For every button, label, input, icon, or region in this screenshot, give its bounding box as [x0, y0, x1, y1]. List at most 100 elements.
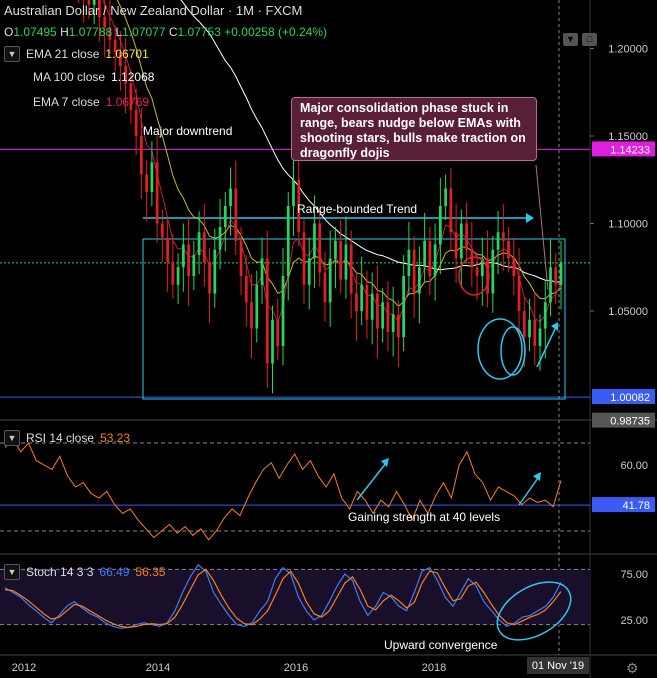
candle-body: [234, 188, 238, 241]
collapse-icon[interactable]: ▼: [563, 33, 578, 46]
candle-body: [407, 249, 411, 276]
candle-body: [244, 276, 248, 303]
candle-body: [334, 241, 337, 259]
candle-body: [313, 223, 316, 259]
x-tick-label: 2016: [284, 662, 308, 674]
candle-body: [470, 249, 474, 268]
candle-body: [428, 241, 432, 276]
candle-body: [533, 319, 537, 346]
candle-body: [501, 232, 505, 241]
ohlc-value: 1.07788: [68, 25, 116, 39]
candle-body: [376, 293, 379, 329]
stoch-d-value: 56.35: [135, 565, 166, 579]
candle-body: [328, 258, 332, 303]
candle-body: [265, 258, 269, 364]
chevron-down-icon[interactable]: ▼: [4, 430, 20, 446]
y-tick-label: 1.05000: [608, 306, 648, 318]
rsi-line: [4, 437, 562, 541]
ema7-label: EMA 7 close: [33, 95, 100, 109]
candle-body: [386, 302, 390, 332]
rsi-value: 53.23: [100, 431, 131, 445]
ma100-label: MA 100 close: [33, 70, 106, 84]
ema7-legend[interactable]: EMA 7 close 1.06769: [33, 95, 149, 109]
chevron-down-icon[interactable]: ▼: [4, 46, 20, 62]
candle-body: [549, 267, 552, 303]
price-tag-label: 1.14233: [610, 144, 650, 156]
candle-body: [522, 311, 526, 338]
candle-body: [223, 206, 227, 227]
candle-body: [192, 255, 196, 276]
ma100-legend[interactable]: MA 100 close 1.12068: [33, 70, 154, 84]
candle-body: [323, 272, 327, 303]
candle-body: [302, 232, 306, 285]
y-tick-label: 1.10000: [608, 219, 648, 231]
candle-body: [454, 232, 458, 259]
candle-body: [229, 188, 232, 206]
ohlc-readout: O1.07495 H1.07788 L1.07077 C1.07753 +0.0…: [4, 25, 327, 39]
x-tick-label: 2018: [422, 662, 446, 674]
ohlc-value: +0.00258 (+0.24%): [224, 25, 327, 39]
rsi-arrow: [356, 462, 387, 501]
candle-body: [496, 232, 500, 250]
ohlc-key: O: [4, 25, 14, 39]
symbol-title: Australian Dollar / New Zealand Dollar ·…: [4, 3, 303, 18]
candle-body: [155, 162, 159, 224]
maximize-icon[interactable]: □: [582, 33, 597, 46]
ohlc-value: 1.07077: [122, 25, 169, 39]
stoch-tick-label: 25.00: [620, 615, 648, 627]
candle-body: [517, 276, 521, 311]
downtrend-label: Major downtrend: [143, 124, 233, 138]
candle-body: [166, 237, 169, 262]
time-tag-label: 01 Nov '19: [532, 660, 584, 672]
candle-body: [465, 223, 468, 250]
candle-body: [391, 314, 395, 332]
candle-body: [360, 284, 364, 311]
pane-controls: ▼ □: [563, 33, 597, 46]
candle-body: [239, 241, 243, 276]
stoch-annotation: Upward convergence: [384, 638, 498, 652]
candle-body: [349, 244, 353, 294]
candle-body: [292, 179, 295, 206]
candle-body: [418, 267, 421, 294]
range-label: Range-bounded Trend: [297, 202, 418, 216]
range-arrowhead: [526, 213, 534, 223]
candle-body: [512, 258, 516, 276]
candle-body: [397, 314, 400, 338]
ohlc-key: C: [168, 25, 178, 39]
candle-body: [507, 241, 510, 259]
y-tick-label: 1.15000: [608, 131, 648, 143]
ema21-value: 1.06701: [105, 47, 149, 61]
candle-body: [160, 223, 164, 238]
candle-body: [218, 227, 222, 250]
candle-body: [444, 188, 447, 206]
candle-body: [475, 267, 479, 276]
candle-body: [187, 244, 190, 276]
ema21-label: EMA 21 close: [26, 47, 100, 61]
candle-body: [491, 249, 495, 294]
candle-body: [449, 188, 453, 233]
candle-body: [459, 223, 463, 259]
candle-body: [181, 244, 185, 268]
candle-body: [538, 328, 542, 346]
candle-body: [365, 284, 369, 320]
candle-body: [344, 244, 348, 280]
candle-body: [286, 206, 290, 276]
stoch-k-value: 66.49: [99, 565, 130, 579]
rsi-legend[interactable]: ▼ RSI 14 close 53.23: [4, 430, 130, 446]
ema21-legend[interactable]: ▼ EMA 21 close 1.06701: [4, 46, 149, 62]
candle-body: [543, 302, 547, 329]
chevron-down-icon[interactable]: ▼: [4, 564, 20, 580]
gear-icon[interactable]: ⚙: [626, 660, 639, 677]
candle-body: [318, 223, 322, 273]
candle-body: [307, 258, 311, 285]
stoch-legend[interactable]: ▼ Stoch 14 3 3 66.49 56.35: [4, 564, 165, 580]
candle-body: [433, 244, 437, 276]
candle-body: [250, 302, 253, 329]
candle-body: [171, 262, 175, 285]
candle-body: [339, 241, 343, 280]
price-tag-label: 1.00082: [610, 392, 650, 404]
rsi-label: RSI 14 close: [26, 431, 95, 445]
x-tick-label: 2014: [146, 662, 170, 674]
candle-body: [559, 262, 563, 285]
ohlc-value: 1.07495: [13, 25, 61, 39]
